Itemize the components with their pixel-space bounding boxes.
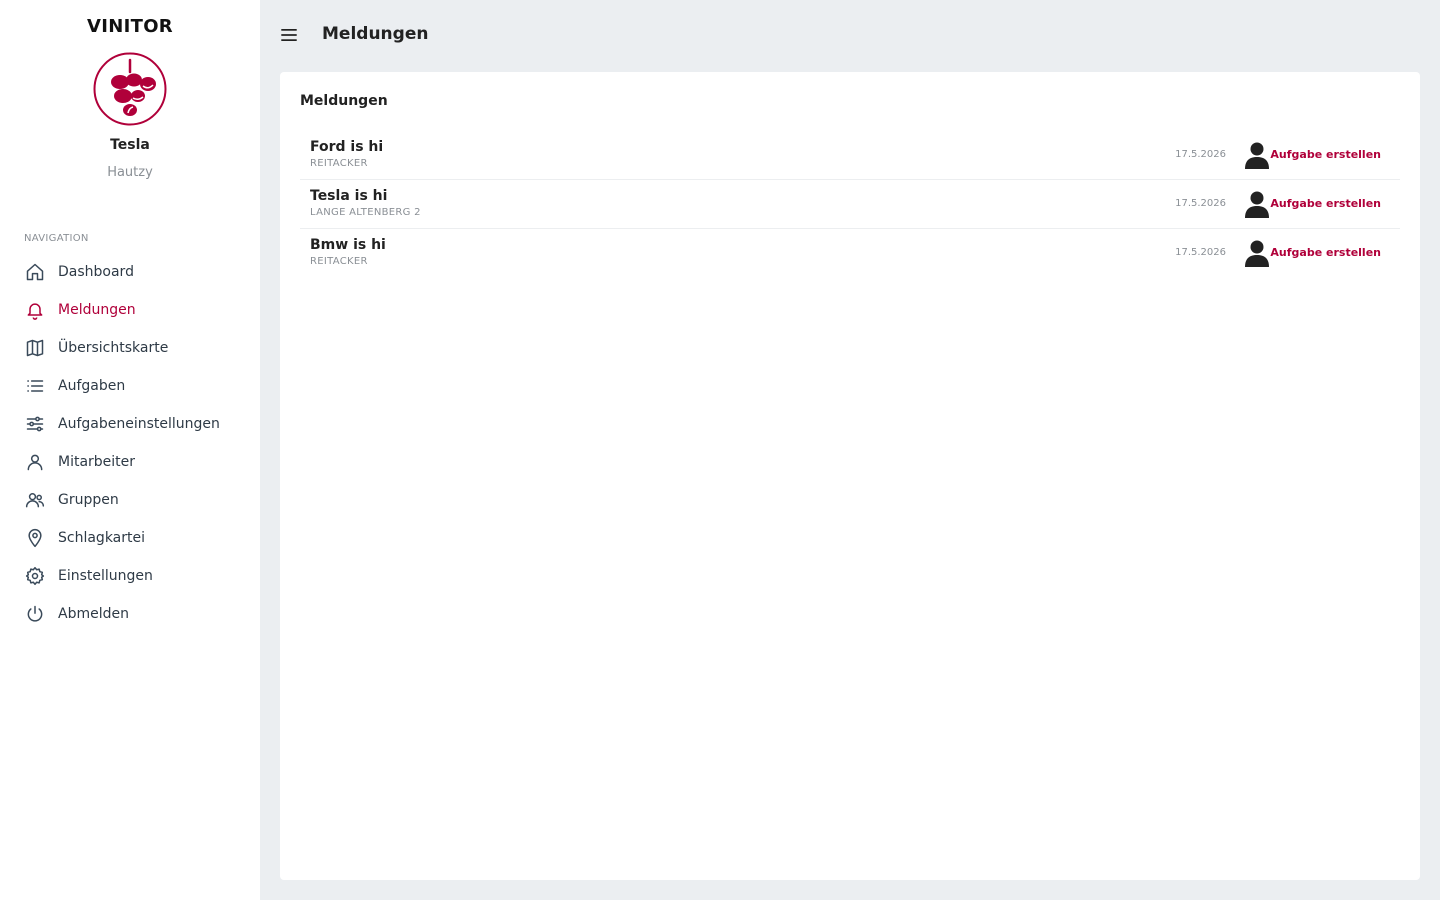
- sidebar-item-mitarbeiter[interactable]: Mitarbeiter: [0, 443, 260, 481]
- sliders-icon: [24, 413, 46, 435]
- hamburger-menu-icon[interactable]: [280, 25, 298, 45]
- nav-section-label: NAVIGATION: [24, 233, 89, 244]
- report-date: 17.5.2026: [1175, 149, 1226, 160]
- list-icon: [24, 375, 46, 397]
- user-subtitle: Hautzy: [107, 165, 153, 180]
- sidebar-item-label: Mitarbeiter: [58, 454, 136, 470]
- list-item[interactable]: Bmw is hi REITACKER 17.5.2026 Aufgabe er…: [300, 229, 1400, 278]
- sidebar-item-label: Abmelden: [58, 606, 129, 622]
- avatar-icon: [1244, 239, 1270, 267]
- sidebar-item-label: Einstellungen: [58, 568, 153, 584]
- sidebar-item-gruppen[interactable]: Gruppen: [0, 481, 260, 519]
- sidebar-item-aufgabeneinstellungen[interactable]: Aufgabeneinstellungen: [0, 405, 260, 443]
- report-title: Ford is hi: [310, 139, 384, 155]
- page-title: Meldungen: [322, 24, 429, 44]
- list-item[interactable]: Ford is hi REITACKER 17.5.2026 Aufgabe e…: [300, 131, 1400, 180]
- report-title: Tesla is hi: [310, 188, 388, 204]
- sidebar-item-schlagkartei[interactable]: Schlagkartei: [0, 519, 260, 557]
- card-title: Meldungen: [300, 93, 388, 109]
- sidebar-item-abmelden[interactable]: Abmelden: [0, 595, 260, 633]
- avatar-icon: [1244, 141, 1270, 169]
- sidebar-item-label: Meldungen: [58, 302, 136, 318]
- report-date: 17.5.2026: [1175, 198, 1226, 209]
- grape-logo-icon: [93, 52, 167, 126]
- sidebar-item-label: Gruppen: [58, 492, 119, 508]
- sidebar-nav: Dashboard Meldungen Übersichtskarte Aufg…: [0, 253, 260, 633]
- sidebar-item-meldungen[interactable]: Meldungen: [0, 291, 260, 329]
- list-item[interactable]: Tesla is hi LANGE ALTENBERG 2 17.5.2026 …: [300, 180, 1400, 229]
- create-task-button[interactable]: Aufgabe erstellen: [1270, 148, 1381, 161]
- sidebar-item-dashboard[interactable]: Dashboard: [0, 253, 260, 291]
- map-pin-icon: [24, 527, 46, 549]
- power-icon: [24, 603, 46, 625]
- sidebar-item-uebersichtskarte[interactable]: Übersichtskarte: [0, 329, 260, 367]
- report-date: 17.5.2026: [1175, 247, 1226, 258]
- sidebar-item-label: Schlagkartei: [58, 530, 146, 546]
- sidebar-item-label: Übersichtskarte: [58, 340, 169, 356]
- report-location: REITACKER: [310, 256, 368, 267]
- map-icon: [24, 337, 46, 359]
- bell-icon: [24, 299, 46, 321]
- top-bar: Meldungen: [260, 0, 1440, 72]
- meldungen-list: Ford is hi REITACKER 17.5.2026 Aufgabe e…: [300, 131, 1400, 278]
- meldungen-card: Meldungen Ford is hi REITACKER 17.5.2026…: [280, 72, 1420, 880]
- home-icon: [24, 261, 46, 283]
- report-title: Bmw is hi: [310, 237, 386, 253]
- sidebar-item-label: Dashboard: [58, 264, 134, 280]
- create-task-button[interactable]: Aufgabe erstellen: [1270, 246, 1381, 259]
- user-icon: [24, 451, 46, 473]
- report-location: REITACKER: [310, 158, 368, 169]
- app-brand: VINITOR: [87, 16, 173, 37]
- avatar-icon: [1244, 190, 1270, 218]
- sidebar-item-aufgaben[interactable]: Aufgaben: [0, 367, 260, 405]
- user-name: Tesla: [110, 137, 150, 153]
- users-icon: [24, 489, 46, 511]
- sidebar-item-label: Aufgaben: [58, 378, 126, 394]
- report-location: LANGE ALTENBERG 2: [310, 207, 421, 218]
- create-task-button[interactable]: Aufgabe erstellen: [1270, 197, 1381, 210]
- sidebar: VINITOR Tesla Hautzy NAVIGATION Dashboar…: [0, 0, 260, 900]
- sidebar-item-label: Aufgabeneinstellungen: [58, 416, 220, 432]
- gear-icon: [24, 565, 46, 587]
- sidebar-item-einstellungen[interactable]: Einstellungen: [0, 557, 260, 595]
